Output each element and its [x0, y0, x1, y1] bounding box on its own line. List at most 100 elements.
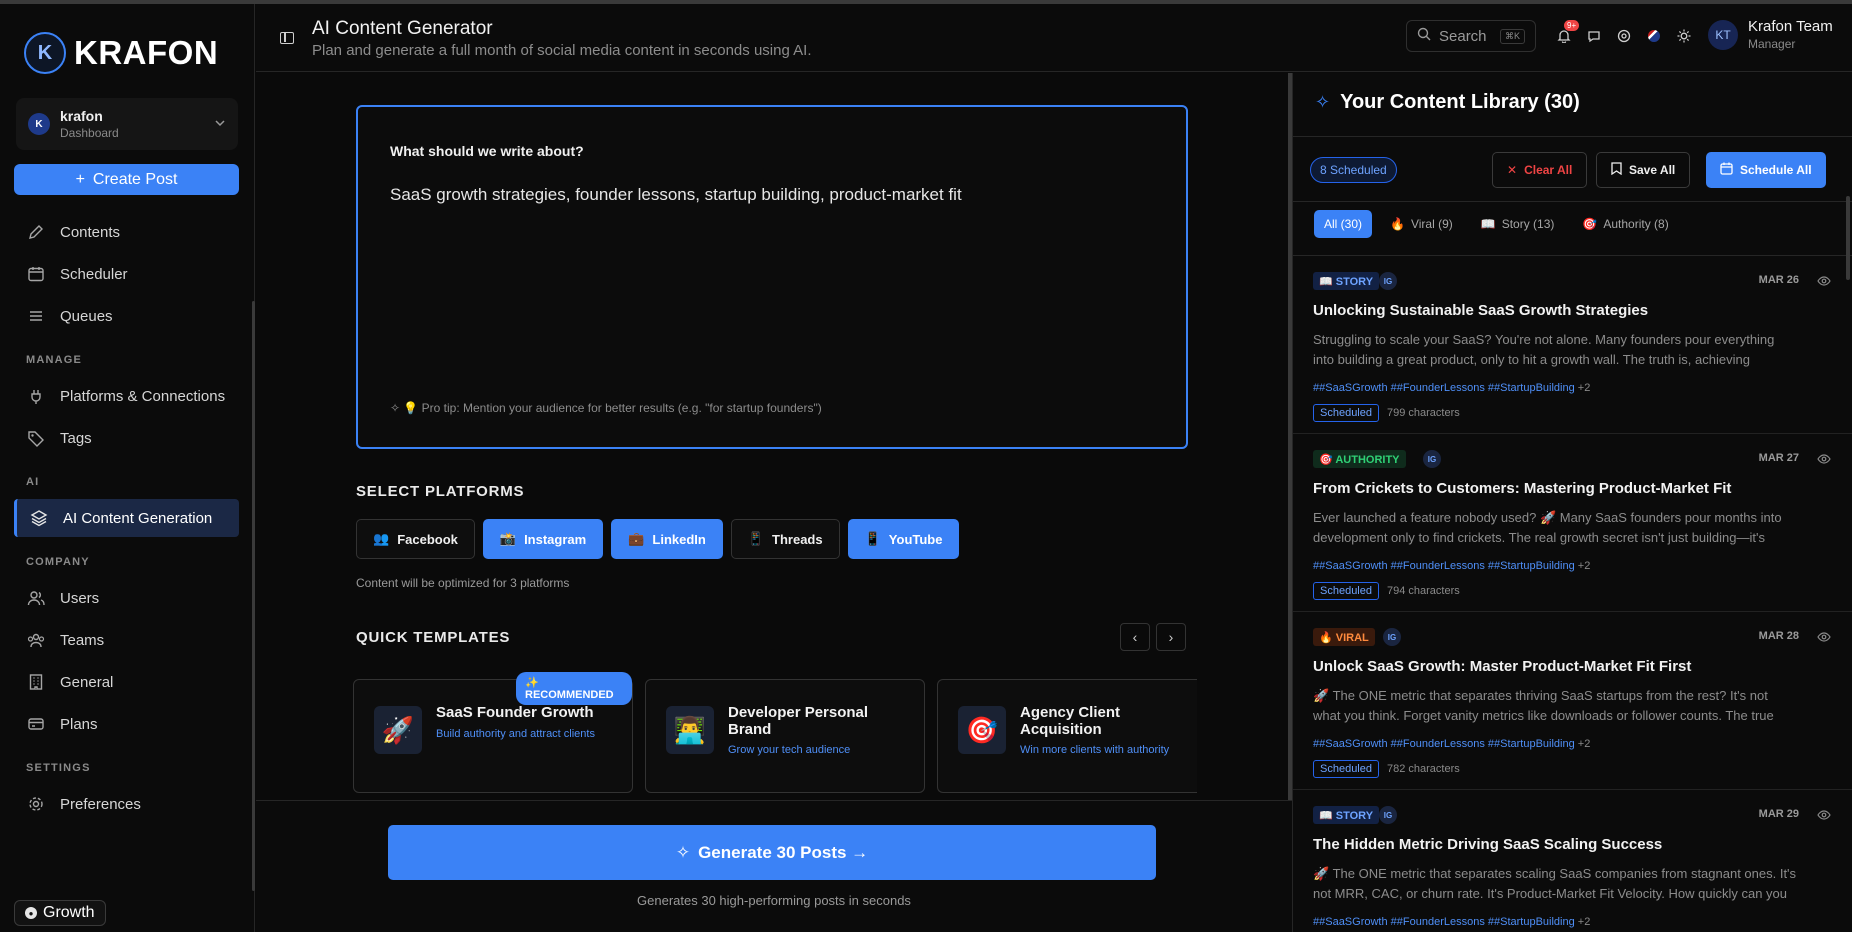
- hashtags-text: ##SaaSGrowth ##FounderLessons ##StartupB…: [1313, 382, 1575, 394]
- topic-value: SaaS growth strategies, founder lessons,…: [390, 185, 962, 204]
- filter-label: Story (13): [1501, 217, 1555, 231]
- create-post-button[interactable]: + Create Post: [14, 164, 239, 195]
- clear-all-label: Clear All: [1524, 163, 1573, 177]
- sidebar-item-tags[interactable]: Tags: [0, 419, 255, 457]
- post-type-tag: 📖 STORY: [1313, 272, 1380, 290]
- plan-badge-label: Growth: [43, 904, 95, 921]
- library-scrollbar[interactable]: [1846, 196, 1850, 280]
- sidebar-item-scheduler[interactable]: Scheduler: [0, 255, 255, 293]
- instagram-icon: IG: [1383, 628, 1401, 646]
- post-status-row: Scheduled 782 characters: [1313, 760, 1460, 778]
- platform-note: Content will be optimized for 3 platform…: [356, 576, 570, 590]
- bell-icon[interactable]: 9+: [1556, 20, 1580, 44]
- scheduled-count-badge: 8 Scheduled: [1310, 157, 1397, 183]
- user-menu[interactable]: KT Krafon Team Manager: [1708, 18, 1833, 51]
- save-all-button[interactable]: Save All: [1596, 152, 1691, 188]
- chevron-down-icon: [214, 117, 226, 132]
- theme-sun-icon[interactable]: [1676, 28, 1692, 44]
- close-icon: ✕: [1507, 163, 1518, 177]
- sidebar-item-plans[interactable]: Plans: [0, 705, 255, 743]
- workspace-sub: Dashboard: [60, 126, 119, 140]
- template-card-agency[interactable]: 🎯 Agency Client Acquisition Win more cli…: [937, 679, 1197, 793]
- filter-all[interactable]: All (30): [1314, 210, 1373, 238]
- chat-icon[interactable]: [1586, 28, 1602, 44]
- topic-textarea[interactable]: What should we write about? SaaS growth …: [356, 105, 1188, 449]
- platform-instagram[interactable]: 📸 Instagram: [482, 519, 604, 559]
- search-shortcut: ⌘K: [1499, 28, 1525, 44]
- search-placeholder: Search: [1439, 27, 1487, 45]
- hashtags-text: ##SaaSGrowth ##FounderLessons ##StartupB…: [1313, 738, 1575, 750]
- brand-logo[interactable]: K KRAFON: [24, 32, 218, 74]
- book-icon: 📖: [1480, 217, 1496, 231]
- section-manage: MANAGE: [26, 354, 83, 366]
- sidebar-item-label: Queues: [60, 307, 113, 325]
- post-hashtags: ##SaaSGrowth ##FounderLessons ##StartupB…: [1313, 738, 1590, 750]
- eye-icon[interactable]: [1817, 630, 1831, 644]
- plan-badge[interactable]: ● Growth: [14, 900, 106, 926]
- schedule-all-button[interactable]: Schedule All: [1706, 152, 1826, 188]
- platform-selector: 👥 Facebook 📸 Instagram 💼 LinkedIn 📱 Threads …: [356, 519, 960, 559]
- status-badge: Scheduled: [1313, 404, 1379, 422]
- section-company: COMPANY: [26, 556, 90, 568]
- filter-authority[interactable]: 🎯 Authority (8): [1572, 210, 1678, 238]
- generate-button[interactable]: ✧ Generate 30 Posts →: [388, 825, 1156, 880]
- sidebar-item-queues[interactable]: Queues: [0, 297, 255, 335]
- status-badge: Scheduled: [1313, 582, 1379, 600]
- header-icons: 9+: [1556, 20, 1692, 44]
- sidebar-item-teams[interactable]: Teams: [0, 621, 255, 659]
- post-date: MAR 27: [1758, 452, 1799, 464]
- developer-icon: 👨‍💻: [666, 706, 714, 754]
- platform-linkedin[interactable]: 💼 LinkedIn: [611, 519, 723, 559]
- post-title: Unlocking Sustainable SaaS Growth Strate…: [1313, 302, 1649, 319]
- generate-footer: ✧ Generate 30 Posts → Generates 30 high-…: [256, 800, 1292, 932]
- post-body: Ever launched a feature nobody used? 🚀 M…: [1313, 510, 1782, 545]
- target-icon: 🎯: [958, 706, 1006, 754]
- filter-viral[interactable]: 🔥 Viral (9): [1380, 210, 1463, 238]
- page-subtitle: Plan and generate a full month of social…: [312, 42, 812, 59]
- chevron-right-icon[interactable]: ›: [1156, 623, 1186, 651]
- sidebar-item-general[interactable]: General: [0, 663, 255, 701]
- platform-youtube[interactable]: 📱 YouTube: [847, 519, 960, 559]
- post-title: The Hidden Metric Driving SaaS Scaling S…: [1313, 836, 1663, 853]
- template-card-developer[interactable]: 👨‍💻 Developer Personal Brand Grow your t…: [645, 679, 925, 793]
- section-settings: SETTINGS: [26, 762, 91, 774]
- sidebar-item-users[interactable]: Users: [0, 579, 255, 617]
- post-hashtags: ##SaaSGrowth ##FounderLessons ##StartupB…: [1313, 560, 1590, 572]
- template-title: Agency Client Acquisition: [1020, 704, 1121, 738]
- platform-facebook[interactable]: 👥 Facebook: [356, 519, 475, 559]
- platform-threads[interactable]: 📱 Threads: [730, 519, 840, 559]
- library-toolbar: 8 Scheduled ✕ Clear All Save All Schedule…: [1293, 136, 1852, 202]
- sidebar-scrollbar[interactable]: [252, 301, 255, 891]
- list-item[interactable]: 🎯 AUTHORITY IG MAR 27 From Crickets to C…: [1293, 434, 1852, 612]
- sidebar-item-preferences[interactable]: Preferences: [0, 785, 255, 823]
- template-card-saas[interactable]: ✨ RECOMMENDED 🚀 SaaS Founder Growth Buil…: [353, 672, 633, 793]
- eye-icon[interactable]: [1817, 808, 1831, 822]
- brand-name: KRAFON: [74, 34, 219, 71]
- sidebar-toggle-icon[interactable]: [280, 32, 294, 44]
- topic-label: What should we write about?: [390, 143, 584, 159]
- instagram-icon: IG: [1379, 272, 1397, 290]
- eye-icon[interactable]: [1817, 274, 1831, 288]
- user-role: Manager: [1748, 37, 1796, 51]
- sidebar-item-contents[interactable]: Contents: [0, 213, 255, 251]
- filter-story[interactable]: 📖 Story (13): [1471, 210, 1565, 238]
- create-post-label: Create Post: [92, 170, 178, 188]
- list-item[interactable]: 🔥 VIRAL IG MAR 28 Unlock SaaS Growth: Ma…: [1293, 612, 1852, 790]
- sparkle-icon: ✧: [675, 842, 691, 862]
- eye-icon[interactable]: [1817, 452, 1831, 466]
- help-icon[interactable]: [1616, 28, 1632, 44]
- teams-icon: [26, 630, 46, 650]
- logo-mark-icon: K: [24, 32, 66, 74]
- sidebar-item-label: Users: [60, 589, 100, 607]
- sidebar-item-platforms[interactable]: Platforms & Connections: [0, 377, 255, 415]
- list-item[interactable]: 📖 STORY IG MAR 26 Unlocking Sustainable …: [1293, 256, 1852, 434]
- language-flag-icon[interactable]: [1646, 28, 1662, 44]
- list-item[interactable]: 📖 STORY IG MAR 29 The Hidden Metric Driv…: [1293, 790, 1852, 932]
- chevron-left-icon[interactable]: ‹: [1120, 623, 1150, 651]
- sidebar-item-ai-content-generation[interactable]: AI Content Generation: [14, 499, 239, 537]
- search-input[interactable]: Search ⌘K: [1406, 20, 1536, 52]
- filter-label: Viral (9): [1410, 217, 1453, 231]
- templates-heading: QUICK TEMPLATES: [356, 629, 511, 646]
- workspace-switcher[interactable]: K krafon Dashboard: [16, 98, 238, 150]
- clear-all-button[interactable]: ✕ Clear All: [1492, 152, 1588, 188]
